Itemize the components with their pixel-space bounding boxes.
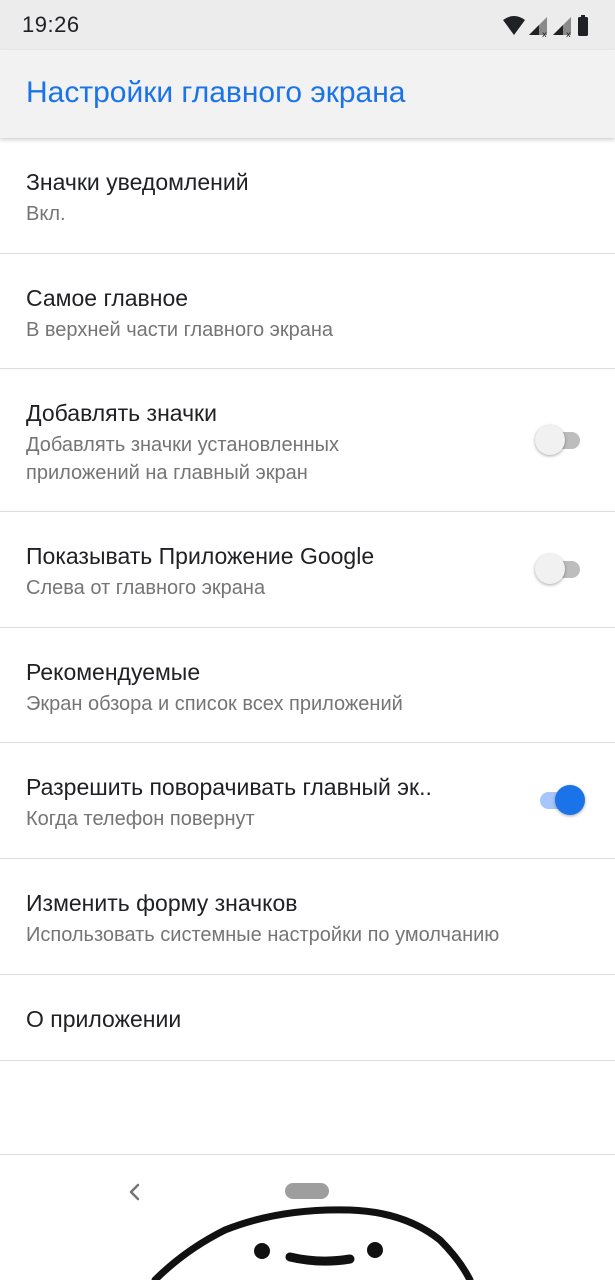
nav-divider xyxy=(0,1154,615,1155)
toggle-thumb xyxy=(535,554,565,584)
setting-at-a-glance[interactable]: Самое главное В верхней части главного э… xyxy=(0,254,615,369)
setting-suggestions[interactable]: Рекомендуемые Экран обзора и список всех… xyxy=(0,628,615,743)
status-icons: x x xyxy=(501,13,597,39)
signal-icon: x xyxy=(553,17,571,39)
setting-title: Изменить форму значков xyxy=(26,890,298,916)
setting-show-google-app[interactable]: Показывать Приложение Google Слева от гл… xyxy=(0,512,615,628)
battery-icon xyxy=(578,15,588,36)
settings-list: Значки уведомлений Вкл. Самое главное В … xyxy=(0,138,615,1061)
setting-add-icons[interactable]: Добавлять значки Добавлять значки устано… xyxy=(0,369,615,512)
svg-text:x: x xyxy=(542,30,547,39)
setting-subtitle: Когда телефон повернут xyxy=(26,808,255,830)
setting-title: Самое главное xyxy=(26,285,189,311)
setting-allow-rotation[interactable]: Разрешить поворачивать главный эк.. Когд… xyxy=(0,743,615,859)
signal-icon: x xyxy=(529,17,547,39)
setting-title: Разрешить поворачивать главный эк.. xyxy=(26,774,432,800)
wifi-icon xyxy=(503,16,525,35)
setting-title: Рекомендуемые xyxy=(26,659,201,685)
setting-subtitle-line-2: приложений на главный экран xyxy=(26,462,308,484)
allow-rotation-toggle[interactable] xyxy=(535,784,585,815)
doodle-drawing xyxy=(151,1206,474,1280)
svg-text:x: x xyxy=(566,30,571,39)
setting-subtitle: Экран обзора и список всех приложений xyxy=(26,693,403,715)
setting-subtitle-line-1: Добавлять значки установленных xyxy=(26,434,340,456)
status-time: 19:26 xyxy=(22,12,80,37)
page-title: Настройки главного экрана xyxy=(26,76,406,109)
setting-title: Значки уведомлений xyxy=(26,169,249,195)
add-icons-toggle[interactable] xyxy=(535,424,585,455)
setting-subtitle: Слева от главного экрана xyxy=(26,577,266,599)
home-pill-icon[interactable] xyxy=(285,1183,329,1199)
setting-title: Показывать Приложение Google xyxy=(26,543,375,569)
app-bar: Настройки главного экрана xyxy=(0,50,615,138)
setting-title: О приложении xyxy=(26,1006,182,1032)
setting-notification-dots[interactable]: Значки уведомлений Вкл. xyxy=(0,138,615,254)
status-bar: 19:26 x x xyxy=(0,0,615,50)
setting-subtitle: Использовать системные настройки по умол… xyxy=(26,924,500,946)
toggle-thumb xyxy=(555,785,585,815)
show-google-app-toggle[interactable] xyxy=(535,553,585,584)
setting-title: Добавлять значки xyxy=(26,400,217,426)
setting-change-icon-shape[interactable]: Изменить форму значков Использовать сист… xyxy=(0,859,615,975)
toggle-thumb xyxy=(535,425,565,455)
setting-subtitle: В верхней части главного экрана xyxy=(26,319,333,341)
setting-about[interactable]: О приложении xyxy=(0,975,615,1061)
setting-subtitle: Вкл. xyxy=(26,203,66,225)
